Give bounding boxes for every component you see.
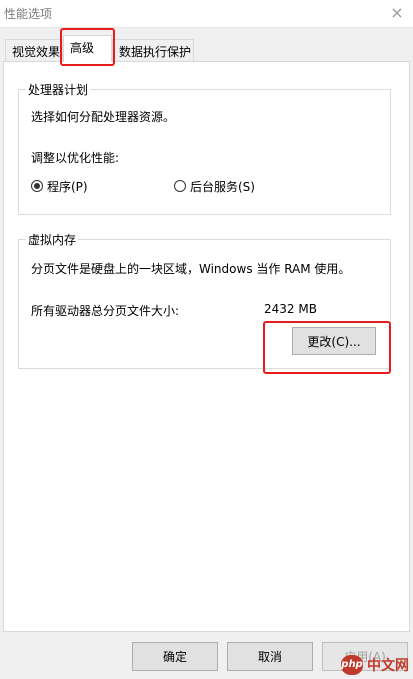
watermark-text: 中文网 xyxy=(367,658,409,674)
tab-label: 高级 xyxy=(70,41,95,55)
radio-label: 后台服务(S) xyxy=(190,180,255,194)
tab-advanced[interactable]: 高级 xyxy=(63,35,112,62)
radio-label: 程序(P) xyxy=(47,180,88,194)
ok-button[interactable]: 确定 xyxy=(132,642,218,671)
close-icon[interactable]: × xyxy=(387,3,407,22)
window-title: 性能选项 xyxy=(4,7,53,21)
tab-label: 视觉效果 xyxy=(12,45,61,59)
total-paging-label: 所有驱动器总分页文件大小: xyxy=(31,304,180,318)
php-badge-icon: php xyxy=(341,655,363,675)
radio-checked-icon xyxy=(31,180,43,192)
title-bar: 性能选项 × xyxy=(0,0,413,28)
tab-label: 数据执行保护 xyxy=(119,45,192,59)
radio-programs[interactable]: 程序(P) xyxy=(31,178,151,194)
group-title: 虚拟内存 xyxy=(26,231,79,248)
radio-unchecked-icon xyxy=(174,180,186,192)
virtual-memory-description: 分页文件是硬盘上的一块区域，Windows 当作 RAM 使用。 xyxy=(31,262,351,276)
cancel-button[interactable]: 取消 xyxy=(227,642,313,671)
tab-visual-effects[interactable]: 视觉效果 xyxy=(5,39,63,61)
processor-scheduling-group: 处理器计划 选择如何分配处理器资源。 调整以优化性能: 程序(P) 后台服务(S… xyxy=(18,81,391,215)
processor-description: 选择如何分配处理器资源。 xyxy=(31,110,176,124)
group-title: 处理器计划 xyxy=(26,81,91,98)
watermark-logo: php 中文网 xyxy=(341,655,409,675)
adjust-label: 调整以优化性能: xyxy=(31,151,120,165)
total-paging-value: 2432 MB xyxy=(264,302,317,316)
tab-dep[interactable]: 数据执行保护 xyxy=(112,39,194,61)
change-button[interactable]: 更改(C)... xyxy=(292,327,376,355)
radio-background-services[interactable]: 后台服务(S) xyxy=(174,178,294,194)
